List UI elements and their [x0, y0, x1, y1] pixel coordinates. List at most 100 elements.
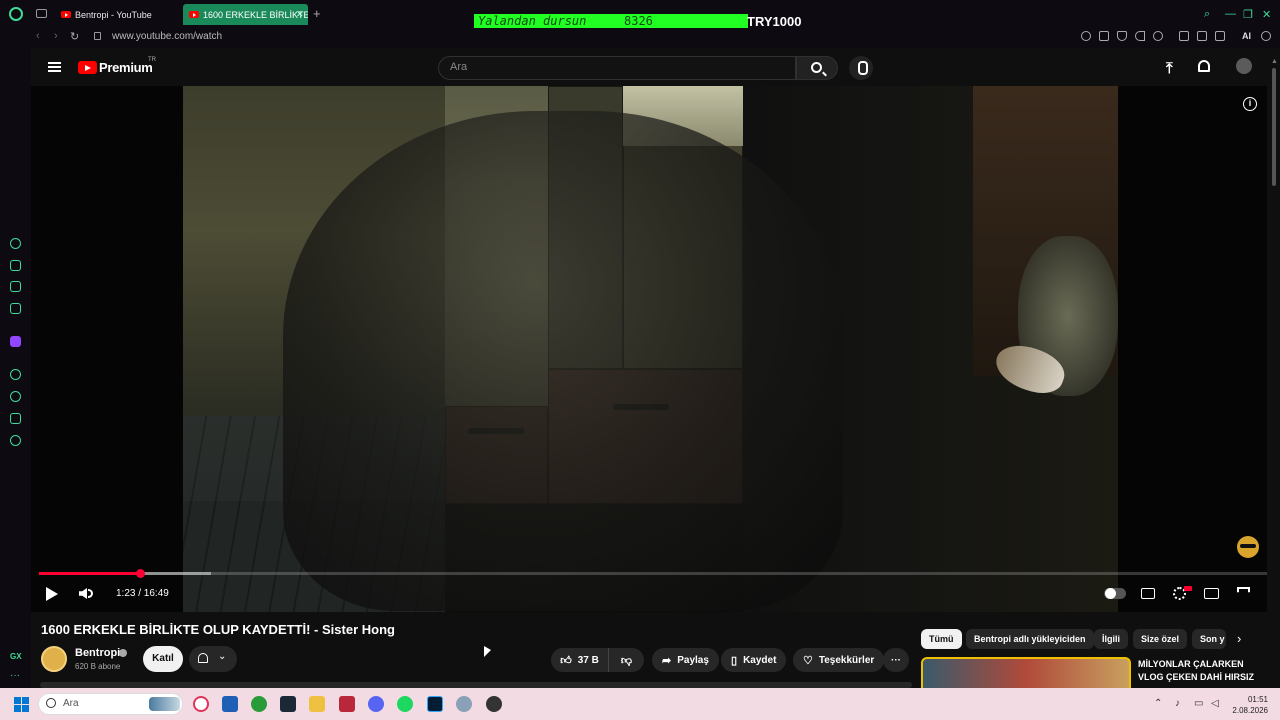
youtube-logo-icon[interactable] [78, 61, 97, 74]
shield-icon[interactable] [1117, 31, 1127, 41]
extensions-icon[interactable] [10, 413, 21, 424]
join-button[interactable]: Katıl [143, 646, 183, 672]
gx-cleaner-icon[interactable] [10, 281, 21, 292]
upload-icon[interactable]: ⤒ [1166, 60, 1173, 77]
youtube-brand[interactable]: Premium [99, 60, 153, 75]
chip-all[interactable]: Tümü [921, 629, 962, 649]
history-icon[interactable] [10, 391, 21, 402]
spotify-taskbar-icon[interactable] [397, 696, 413, 712]
channel-name[interactable]: Bentropi [75, 647, 120, 659]
store-taskbar-icon[interactable] [222, 696, 238, 712]
back-icon[interactable]: ‹ [36, 30, 40, 42]
thumbs-up-icon: 👍︎ [560, 654, 572, 667]
chip-for-you[interactable]: Size özel [1133, 629, 1188, 649]
play-icon[interactable] [46, 587, 58, 601]
player-icon[interactable] [1135, 31, 1145, 41]
voice-search-mic-icon[interactable] [849, 56, 873, 80]
search-placeholder: Ara [450, 61, 468, 73]
discord-taskbar-icon[interactable] [368, 696, 384, 712]
youtube-favicon-icon [61, 11, 71, 18]
reload-icon[interactable]: ↻ [70, 30, 79, 43]
chip-from-uploader[interactable]: Bentropi adlı yükleyiciden [966, 629, 1094, 649]
channel-avatar[interactable] [41, 646, 67, 672]
windows-start-icon[interactable] [14, 697, 29, 712]
gx-control-icon[interactable] [10, 238, 21, 249]
tab-title: 1600 ERKEKLE BİRLİKTE OLUP KAYDETTİ! - S… [203, 9, 308, 20]
like-dislike-group: 👍︎ 37 B 👎︎ [551, 648, 644, 672]
user-avatar[interactable] [1236, 58, 1252, 74]
search-button[interactable] [796, 56, 838, 80]
twitch-icon[interactable] [10, 336, 21, 347]
app-taskbar-icon[interactable] [339, 696, 355, 712]
lock-icon[interactable] [94, 32, 101, 40]
thanks-button[interactable]: ♡ Teşekkürler [793, 648, 885, 672]
speaker-icon[interactable]: ◁ [1211, 698, 1219, 709]
forward-icon[interactable]: › [54, 30, 58, 42]
recommended-video-title[interactable]: MİLYONLAR ÇALARKEN VLOG ÇEKEN DAHİ HIRSI… [1138, 658, 1256, 684]
player-icon[interactable] [10, 369, 21, 380]
file-explorer-taskbar-icon[interactable] [309, 696, 325, 712]
bell-icon [198, 653, 208, 663]
messenger-icon[interactable] [10, 303, 21, 314]
clock-date: 2.08.2026 [1232, 706, 1268, 715]
heart-icon[interactable] [1153, 31, 1163, 41]
aria-ai-button[interactable]: AI [1242, 31, 1251, 41]
download-icon[interactable] [1197, 31, 1207, 41]
settings-taskbar-icon[interactable] [456, 696, 472, 712]
subscribed-notifications-button[interactable]: ⌄ [189, 646, 237, 672]
autoplay-toggle[interactable] [1104, 588, 1126, 599]
tab-switcher-icon[interactable] [36, 9, 47, 18]
obs-taskbar-icon[interactable] [486, 696, 502, 712]
close-window-button[interactable]: ✕ [1262, 8, 1271, 21]
tab-active-video[interactable]: 1600 ERKEKLE BİRLİKTE OLUP KAYDETTİ! - S… [183, 4, 308, 25]
microphone-icon[interactable]: ♪ [1175, 698, 1180, 709]
windows-taskbar [0, 688, 1280, 720]
maximize-button[interactable]: ❐ [1243, 8, 1253, 21]
pin-icon[interactable] [1081, 31, 1091, 41]
gx-corner-icon[interactable] [10, 260, 21, 271]
page-scrollbar-thumb[interactable] [1272, 68, 1276, 186]
progress-bar[interactable] [39, 572, 1267, 575]
chip-recent[interactable]: Son y [1192, 629, 1226, 649]
hd-badge [1184, 586, 1192, 591]
opera-gx-logo-icon[interactable] [9, 7, 23, 21]
steam-taskbar-icon[interactable] [280, 696, 296, 712]
snapshot-icon[interactable] [1099, 31, 1109, 41]
chevron-right-icon[interactable]: › [1237, 631, 1241, 646]
search-icon [46, 698, 56, 708]
more-actions-button[interactable]: ··· [883, 648, 909, 672]
channel-watermark-icon[interactable] [1237, 536, 1259, 558]
share-button[interactable]: ➦ Paylaş [652, 648, 719, 672]
browser-taskbar-icon[interactable] [251, 696, 267, 712]
more-icon[interactable]: ··· [10, 670, 20, 681]
menu-icon[interactable] [1261, 31, 1271, 41]
scroll-up-arrow-icon[interactable]: ▲ [1271, 58, 1278, 65]
easy-setup-icon[interactable] [1215, 31, 1225, 41]
settings-gear-icon[interactable] [10, 435, 21, 446]
url-field[interactable]: www.youtube.com/watch [112, 31, 222, 42]
dislike-button[interactable]: 👎︎ [609, 648, 644, 672]
notifications-bell-icon[interactable] [1198, 60, 1210, 72]
minimize-button[interactable]: — [1225, 8, 1236, 20]
new-tab-button[interactable]: + [313, 6, 321, 21]
search-input[interactable] [438, 56, 796, 80]
tab-bentropi-youtube[interactable]: Bentropi - YouTube [55, 4, 179, 25]
theater-mode-icon[interactable] [1204, 588, 1219, 599]
like-button[interactable]: 👍︎ 37 B [551, 648, 609, 672]
info-icon[interactable]: i [1243, 97, 1257, 111]
clock-time: 01:51 [1247, 695, 1268, 704]
extensions-icon[interactable] [1179, 31, 1189, 41]
save-button[interactable]: ▯ Kaydet [721, 648, 787, 672]
network-icon[interactable]: ▭ [1194, 698, 1203, 709]
chip-related[interactable]: İlgili [1094, 629, 1128, 649]
search-tabs-icon[interactable]: ⌕ [1204, 8, 1210, 21]
menu-hamburger-icon[interactable] [48, 62, 61, 72]
subtitles-icon[interactable] [1141, 588, 1155, 599]
video-player[interactable] [31, 86, 1267, 612]
photoshop-taskbar-icon[interactable] [427, 696, 443, 712]
tab-close-icon[interactable]: ✕ [296, 9, 304, 20]
opera-gx-taskbar-icon[interactable] [193, 696, 209, 712]
progress-scrubber-handle[interactable] [136, 569, 145, 578]
tray-chevron-up-icon[interactable]: ⌃ [1154, 698, 1162, 709]
taskbar-clock[interactable]: 01:51 2.08.2026 [1232, 694, 1268, 716]
